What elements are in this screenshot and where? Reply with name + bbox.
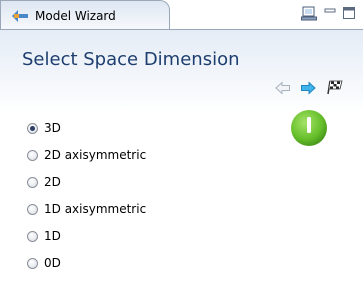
option-label: 1D axisymmetric: [44, 202, 147, 216]
model-wizard-icon: [12, 10, 28, 22]
back-arrow-icon[interactable]: [275, 81, 291, 95]
view-tab-bar: Model Wizard: [0, 0, 363, 30]
option-label: 0D: [44, 256, 61, 270]
option-1d[interactable]: 1D: [27, 226, 227, 246]
maximize-icon[interactable]: [342, 6, 356, 20]
checkered-flag-icon[interactable]: [327, 79, 343, 95]
option-2d[interactable]: 2D: [27, 172, 227, 192]
radio-button[interactable]: [27, 257, 38, 269]
tab-model-wizard[interactable]: Model Wizard: [0, 0, 170, 30]
page-title: Select Space Dimension: [22, 49, 240, 70]
option-2d-axisymmetric[interactable]: 2D axisymmetric: [27, 145, 227, 165]
option-label: 2D axisymmetric: [44, 148, 147, 162]
option-0d[interactable]: 0D: [27, 253, 227, 273]
minimize-icon[interactable]: [323, 6, 337, 20]
option-label: 1D: [44, 229, 61, 243]
option-label: 3D: [44, 121, 61, 135]
tab-title: Model Wizard: [35, 9, 116, 23]
option-3d[interactable]: 3D: [27, 118, 227, 138]
radio-button[interactable]: [27, 203, 38, 215]
radio-button[interactable]: [27, 176, 38, 188]
view-menu-icon[interactable]: [301, 6, 317, 21]
green-status-indicator: [291, 110, 327, 146]
radio-button[interactable]: [27, 149, 38, 161]
option-1d-axisymmetric[interactable]: 1D axisymmetric: [27, 199, 227, 219]
radio-button[interactable]: [27, 122, 38, 134]
radio-button[interactable]: [27, 230, 38, 242]
option-label: 2D: [44, 175, 61, 189]
next-arrow-icon[interactable]: [300, 81, 316, 95]
